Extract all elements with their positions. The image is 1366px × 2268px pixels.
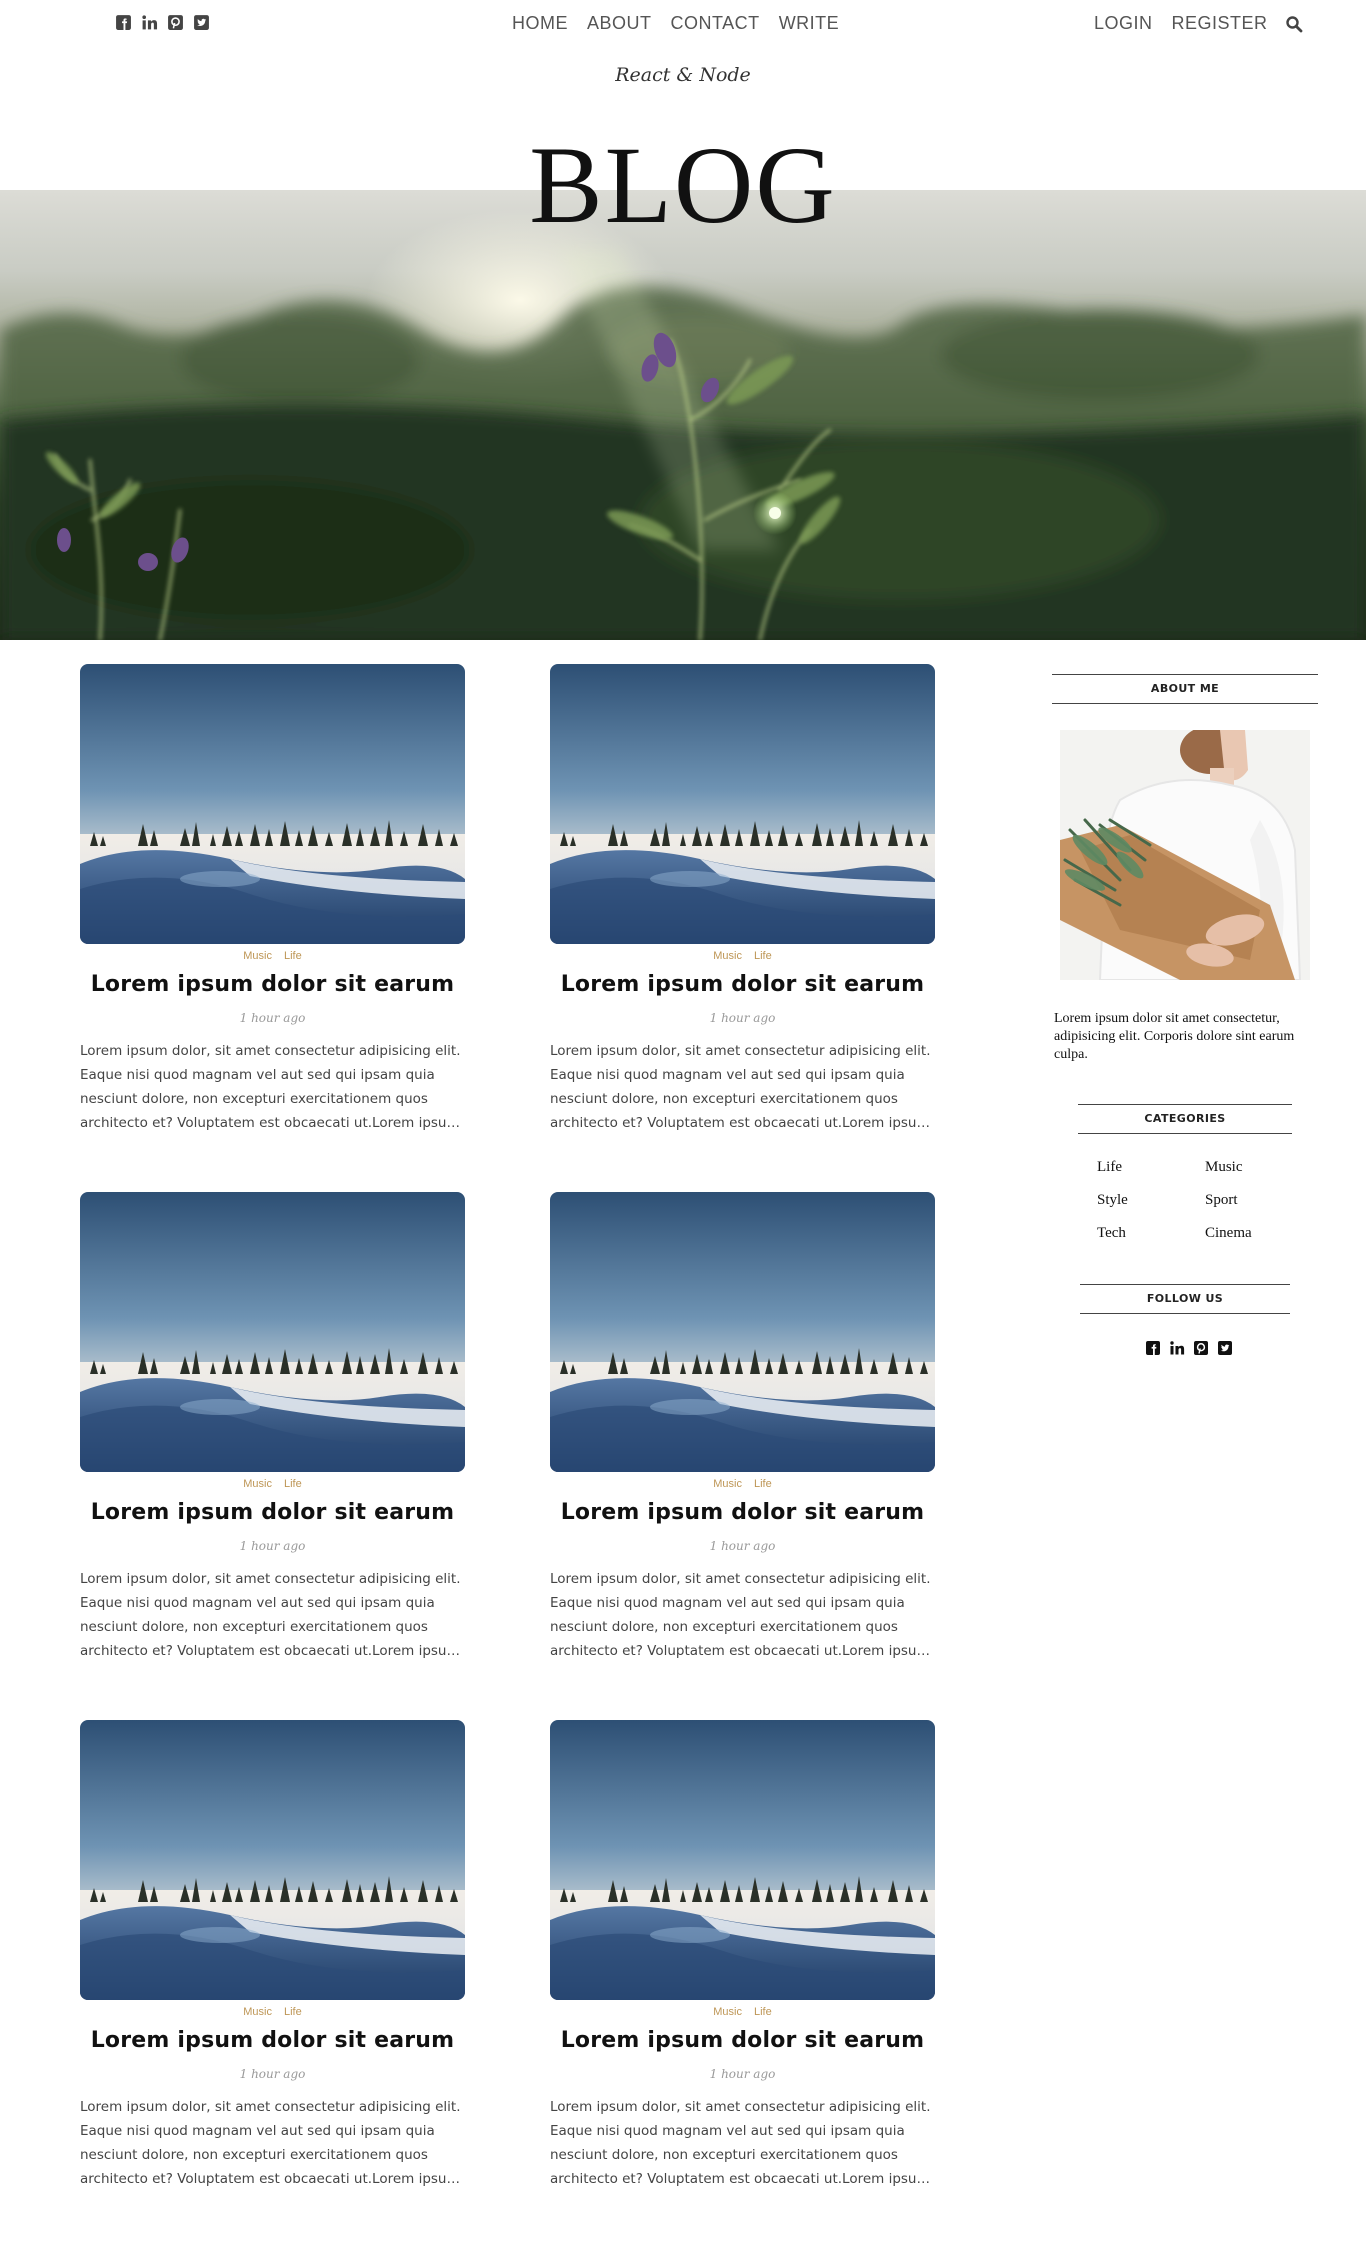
post-date: 1 hour ago [709, 1539, 776, 1553]
post-category-link[interactable]: Life [284, 2006, 302, 2018]
post-description: Lorem ipsum dolor, sit amet consectetur … [80, 1043, 461, 1131]
nav-contact-link[interactable]: CONTACT [671, 13, 760, 34]
post-title[interactable]: Lorem ipsum dolor sit earum [80, 972, 465, 997]
register-link[interactable]: REGISTER [1172, 13, 1268, 34]
twitter-square-icon[interactable] [1217, 1340, 1233, 1356]
post-title[interactable]: Lorem ipsum dolor sit earum [80, 2028, 465, 2053]
post-category-link[interactable]: Music [713, 2006, 742, 2018]
post-card[interactable]: Music Life Lorem ipsum dolor sit earum 1… [80, 664, 465, 1135]
category-item-sport[interactable]: Sport [1205, 1191, 1287, 1209]
linkedin-icon[interactable] [1169, 1340, 1185, 1356]
post-date: 1 hour ago [239, 1011, 306, 1025]
post-description: Lorem ipsum dolor, sit amet consectetur … [80, 2099, 461, 2187]
sidebar-social-icons [1145, 1340, 1233, 1356]
category-item-style[interactable]: Style [1097, 1191, 1205, 1209]
login-link[interactable]: LOGIN [1094, 13, 1153, 34]
post-image[interactable] [80, 664, 465, 944]
post-category-link[interactable]: Music [713, 1478, 742, 1490]
about-me-photo [1060, 730, 1310, 980]
post-description: Lorem ipsum dolor, sit amet consectetur … [80, 1571, 461, 1659]
post-title[interactable]: Lorem ipsum dolor sit earum [80, 1500, 465, 1525]
nav-about-link[interactable]: ABOUT [587, 13, 652, 34]
linkedin-icon[interactable] [141, 14, 158, 31]
facebook-square-icon[interactable] [1145, 1340, 1161, 1356]
search-icon[interactable] [1285, 15, 1303, 33]
post-category-link[interactable]: Life [754, 1478, 772, 1490]
twitter-square-icon[interactable] [193, 14, 210, 31]
post-categories: Music Life [550, 1478, 935, 1490]
categories-list: Life Music Style Sport Tech Cinema [1097, 1158, 1287, 1242]
post-image[interactable] [80, 1720, 465, 2000]
auth-nav: LOGIN REGISTER [1094, 13, 1303, 34]
top-bar: HOME ABOUT CONTACT WRITE LOGIN REGISTER [0, 0, 1366, 50]
post-category-link[interactable]: Life [284, 1478, 302, 1490]
category-item-tech[interactable]: Tech [1097, 1224, 1205, 1242]
post-date: 1 hour ago [709, 2067, 776, 2081]
post-card[interactable]: Music Life Lorem ipsum dolor sit earum 1… [80, 1720, 465, 2191]
nav-write-link[interactable]: WRITE [779, 13, 840, 34]
follow-us-title: FOLLOW US [1080, 1284, 1290, 1314]
post-title[interactable]: Lorem ipsum dolor sit earum [550, 972, 935, 997]
post-categories: Music Life [550, 950, 935, 962]
post-image[interactable] [550, 664, 935, 944]
post-description: Lorem ipsum dolor, sit amet consectetur … [550, 1043, 931, 1131]
post-image[interactable] [80, 1192, 465, 1472]
post-categories: Music Life [80, 950, 465, 962]
post-date: 1 hour ago [239, 2067, 306, 2081]
category-item-cinema[interactable]: Cinema [1205, 1224, 1287, 1242]
post-date: 1 hour ago [239, 1539, 306, 1553]
post-categories: Music Life [550, 2006, 935, 2018]
nav-home-link[interactable]: HOME [512, 13, 568, 34]
category-item-music[interactable]: Music [1205, 1158, 1287, 1176]
post-category-link[interactable]: Music [243, 1478, 272, 1490]
post-title[interactable]: Lorem ipsum dolor sit earum [550, 2028, 935, 2053]
post-categories: Music Life [80, 2006, 465, 2018]
post-date: 1 hour ago [709, 1011, 776, 1025]
header-social-icons [115, 14, 210, 31]
about-me-title: ABOUT ME [1052, 674, 1318, 704]
post-title[interactable]: Lorem ipsum dolor sit earum [550, 1500, 935, 1525]
post-category-link[interactable]: Music [243, 950, 272, 962]
post-category-link[interactable]: Life [754, 2006, 772, 2018]
about-me-text: Lorem ipsum dolor sit amet consectetur, … [1054, 1011, 1295, 1062]
post-card[interactable]: Music Life Lorem ipsum dolor sit earum 1… [550, 1720, 935, 2191]
blog-title: BLOG [529, 124, 837, 246]
post-categories: Music Life [80, 1478, 465, 1490]
blog-tagline: React & Node [615, 64, 751, 86]
post-card[interactable]: Music Life Lorem ipsum dolor sit earum 1… [80, 1192, 465, 1663]
post-card[interactable]: Music Life Lorem ipsum dolor sit earum 1… [550, 1192, 935, 1663]
hero-image [0, 190, 1366, 640]
pinterest-square-icon[interactable] [167, 14, 184, 31]
facebook-square-icon[interactable] [115, 14, 132, 31]
main-nav: HOME ABOUT CONTACT WRITE [512, 13, 839, 34]
categories-title: CATEGORIES [1078, 1104, 1292, 1134]
post-description: Lorem ipsum dolor, sit amet consectetur … [550, 2099, 931, 2187]
post-image[interactable] [550, 1192, 935, 1472]
category-item-life[interactable]: Life [1097, 1158, 1205, 1176]
post-image[interactable] [550, 1720, 935, 2000]
post-card[interactable]: Music Life Lorem ipsum dolor sit earum 1… [550, 664, 935, 1135]
pinterest-square-icon[interactable] [1193, 1340, 1209, 1356]
post-category-link[interactable]: Music [243, 2006, 272, 2018]
post-category-link[interactable]: Music [713, 950, 742, 962]
post-category-link[interactable]: Life [284, 950, 302, 962]
post-category-link[interactable]: Life [754, 950, 772, 962]
post-description: Lorem ipsum dolor, sit amet consectetur … [550, 1571, 931, 1659]
